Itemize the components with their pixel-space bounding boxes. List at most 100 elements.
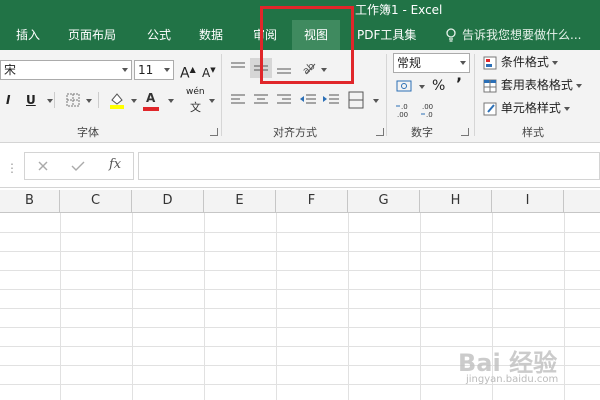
fill-color-icon[interactable] bbox=[108, 91, 126, 109]
highlight-box bbox=[260, 6, 354, 84]
chevron-down-icon[interactable] bbox=[209, 99, 215, 103]
svg-text:.00: .00 bbox=[422, 103, 433, 111]
chevron-down-icon bbox=[551, 60, 558, 65]
phonetic-char-icon: 文 bbox=[190, 101, 201, 114]
column-header-e[interactable]: E bbox=[204, 190, 276, 212]
column-header-j[interactable] bbox=[564, 190, 600, 212]
number-format-value: 常规 bbox=[397, 56, 422, 70]
chevron-down-icon bbox=[563, 106, 570, 111]
column-header-h[interactable]: H bbox=[420, 190, 492, 212]
font-group-label: 字体 bbox=[77, 126, 99, 139]
column-header-d[interactable]: D bbox=[132, 190, 204, 212]
grow-font-label: A bbox=[180, 65, 190, 82]
column-header-g[interactable]: G bbox=[348, 190, 420, 212]
group-divider bbox=[386, 54, 387, 136]
group-divider bbox=[474, 54, 475, 136]
cancel-icon[interactable] bbox=[37, 160, 49, 172]
column-header-c[interactable]: C bbox=[60, 190, 132, 212]
italic-button[interactable]: I bbox=[6, 90, 10, 110]
currency-icon[interactable] bbox=[396, 78, 414, 94]
number-format-select[interactable]: 常规 bbox=[393, 53, 470, 73]
shrink-font-label: A bbox=[202, 66, 211, 80]
grid-line bbox=[420, 213, 421, 400]
underline-label: U bbox=[26, 93, 36, 107]
chevron-down-icon[interactable] bbox=[47, 99, 53, 103]
grid-line bbox=[132, 213, 133, 400]
ribbon: 宋 11 A▲ A▼ I U A wén 文 字体 ab 对齐方式 常规 % ’… bbox=[0, 6, 600, 143]
font-color-bar bbox=[143, 107, 159, 111]
grow-font-button[interactable]: A▲ bbox=[180, 60, 196, 82]
chevron-down-icon[interactable] bbox=[131, 99, 137, 103]
percent-button[interactable]: % bbox=[432, 76, 445, 96]
comma-label: ’ bbox=[456, 74, 463, 93]
number-group-label: 数字 bbox=[411, 126, 433, 139]
formula-tools: fx bbox=[24, 152, 134, 180]
divider bbox=[54, 92, 55, 108]
watermark-url: jingyan.baidu.com bbox=[466, 374, 559, 385]
tab-pdf-tools[interactable]: PDF工具集 bbox=[357, 20, 416, 50]
increase-indent-icon[interactable] bbox=[322, 94, 340, 106]
align-center-icon[interactable] bbox=[253, 94, 269, 106]
cell-styles-button[interactable]: 单元格样式 bbox=[483, 98, 570, 118]
align-top-icon[interactable] bbox=[230, 62, 246, 74]
tab-data[interactable]: 数据 bbox=[199, 20, 223, 50]
cell-styles-icon bbox=[483, 102, 497, 115]
svg-text:.0: .0 bbox=[426, 111, 433, 118]
chevron-down-icon bbox=[164, 68, 170, 72]
italic-label: I bbox=[6, 93, 11, 107]
font-color-label: A bbox=[146, 91, 156, 105]
shrink-font-button[interactable]: A▼ bbox=[202, 60, 216, 80]
font-color-button[interactable]: A bbox=[146, 88, 155, 108]
chevron-down-icon bbox=[575, 83, 582, 88]
cell-styles-label: 单元格样式 bbox=[500, 101, 561, 115]
decrease-decimal-icon[interactable]: .00 .0 bbox=[420, 102, 442, 118]
divider bbox=[98, 92, 99, 108]
font-dialog-launcher[interactable] bbox=[210, 128, 218, 136]
tab-formulas[interactable]: 公式 bbox=[147, 20, 171, 50]
conditional-formatting-label: 条件格式 bbox=[500, 55, 549, 69]
increase-decimal-icon[interactable]: .0 .00 bbox=[395, 102, 417, 118]
formula-input[interactable] bbox=[138, 152, 600, 180]
styles-group-label: 样式 bbox=[522, 126, 544, 139]
align-right-icon[interactable] bbox=[276, 94, 292, 106]
number-dialog-launcher[interactable] bbox=[461, 128, 469, 136]
tell-me-placeholder: 告诉我您想要做什么... bbox=[462, 28, 582, 42]
group-divider bbox=[221, 54, 222, 136]
tab-page-layout[interactable]: 页面布局 bbox=[68, 20, 116, 50]
column-header-i[interactable]: I bbox=[492, 190, 564, 212]
column-header-b[interactable]: B bbox=[0, 190, 60, 212]
chevron-down-icon[interactable] bbox=[86, 99, 92, 103]
format-as-table-button[interactable]: 套用表格格式 bbox=[483, 75, 582, 95]
watermark: Bai 经验 bbox=[458, 349, 558, 377]
decrease-indent-icon[interactable] bbox=[299, 94, 317, 106]
phonetic-label: wén bbox=[186, 87, 205, 97]
tell-me-search[interactable]: 告诉我您想要做什么... bbox=[445, 20, 581, 50]
chevron-down-icon[interactable] bbox=[373, 99, 379, 103]
wrap-text-icon[interactable] bbox=[348, 91, 364, 109]
grid-line bbox=[0, 270, 600, 271]
border-icon[interactable] bbox=[66, 93, 80, 107]
underline-button[interactable]: U bbox=[26, 90, 36, 110]
enter-check-icon[interactable] bbox=[71, 160, 85, 172]
window-title: 工作簿1 - Excel bbox=[355, 3, 443, 17]
font-name-select[interactable]: 宋 bbox=[0, 60, 132, 80]
font-size-select[interactable]: 11 bbox=[134, 60, 174, 80]
grid-line bbox=[276, 213, 277, 400]
grid-line bbox=[60, 213, 61, 400]
chevron-down-icon[interactable] bbox=[168, 99, 174, 103]
lightbulb-icon bbox=[446, 28, 456, 42]
font-name-value: 宋 bbox=[4, 63, 17, 77]
grid-line bbox=[204, 213, 205, 400]
column-header-f[interactable]: F bbox=[276, 190, 348, 212]
alignment-dialog-launcher[interactable] bbox=[376, 128, 384, 136]
format-as-table-icon bbox=[483, 79, 497, 92]
conditional-formatting-button[interactable]: 条件格式 bbox=[483, 52, 558, 72]
grid-line bbox=[0, 308, 600, 309]
more-options-icon[interactable]: ⋮ bbox=[6, 161, 18, 175]
align-left-icon[interactable] bbox=[230, 94, 246, 106]
percent-label: % bbox=[432, 78, 446, 94]
tab-insert[interactable]: 插入 bbox=[16, 20, 40, 50]
chevron-down-icon[interactable] bbox=[419, 85, 425, 89]
insert-function-button[interactable]: fx bbox=[109, 157, 121, 172]
comma-style-button[interactable]: ’ bbox=[456, 74, 462, 94]
